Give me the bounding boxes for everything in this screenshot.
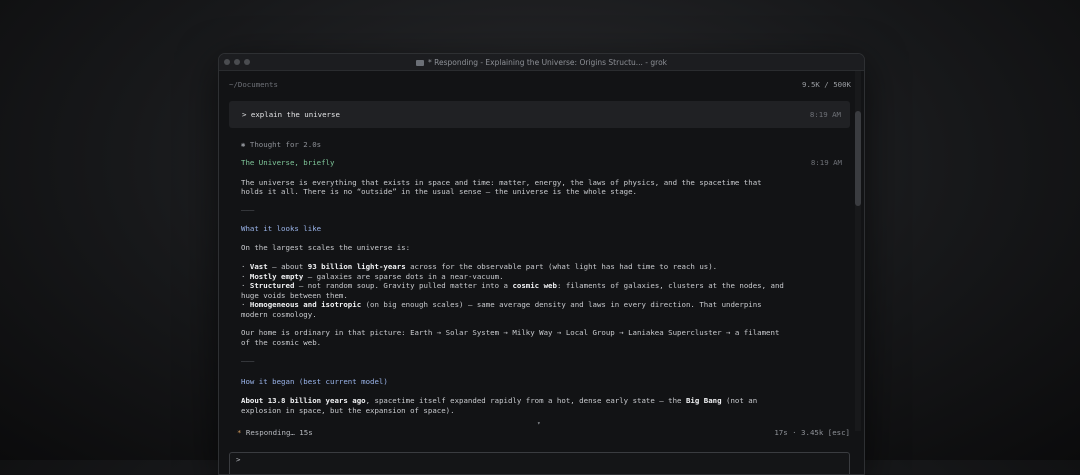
bullet-homogeneous-text: (on big enough scales) — same average de… (361, 300, 762, 309)
bullet-structured-text: — not random soup. Gravity pulled matter… (294, 281, 513, 290)
caret-down-icon: ▾ (537, 420, 541, 427)
bullet-structured-cont: huge voids between them. (241, 290, 348, 300)
began-text: , spacetime itself expanded rapidly from… (365, 396, 686, 405)
bullet-homogeneous-term: Homogeneous and isotropic (249, 300, 362, 309)
began-line-2: explosion in space, but the expansion of… (241, 405, 455, 415)
spinner-icon: * (237, 428, 242, 437)
section-title-began: How it began (best current model) (241, 377, 388, 386)
terminal-content: ~/Documents 9.5K / 500K > explain the un… (219, 71, 864, 474)
scrollbar-thumb[interactable] (855, 111, 861, 206)
bullet-empty: · Mostly empty — galaxies are sparse dot… (241, 271, 504, 281)
window-title: * Responding - Explaining the Universe: … (427, 57, 668, 67)
intro-line-2: holds it all. There is no “outside” in t… (241, 187, 638, 196)
bullet-vast: · Vast — about 93 billion light-years ac… (241, 262, 718, 271)
began-text-2: (not an (721, 396, 758, 405)
title-bar: * Responding - Explaining the Universe: … (219, 54, 864, 71)
prompt-input-box[interactable]: > (229, 452, 850, 474)
bullet-empty-text: — galaxies are sparse dots in a near-vac… (303, 271, 504, 281)
response-timestamp: 8:19 AM (810, 158, 842, 167)
terminal-window: * Responding - Explaining the Universe: … (218, 53, 865, 475)
bullet-structured-term: Structured (249, 281, 295, 290)
divider-2: ——— (241, 356, 255, 365)
section-title-looks: What it looks like (241, 224, 322, 233)
began-term: About 13.8 billion years ago (241, 396, 366, 405)
bullet-homogeneous: · Homogeneous and isotropic (on big enou… (241, 300, 762, 309)
thought-indicator[interactable]: ✱ Thought for 2.0s (241, 140, 321, 149)
folder-icon (415, 59, 424, 66)
home-line-2: of the cosmic web. (241, 337, 322, 347)
status-text: Responding… 15s (245, 428, 313, 437)
big-bang-term: Big Bang (685, 396, 722, 405)
scales-intro: On the largest scales the universe is: (241, 243, 411, 252)
bullet-empty-term: Mostly empty (249, 271, 304, 281)
bullet-vast-term-2: 93 billion light-years (307, 262, 406, 271)
bullet-homogeneous-cont: modern cosmology. (241, 309, 317, 319)
bullet-structured-text-2: : filaments of galaxies, clusters at the… (556, 281, 784, 290)
bullet-vast-term: Vast (249, 262, 268, 271)
response-heading: The Universe, briefly (241, 158, 335, 167)
token-counter: 9.5K / 500K (802, 80, 851, 89)
status-line: * Responding… 15s (237, 428, 313, 437)
user-prompt-block: > explain the universe 8:19 AM (229, 101, 850, 128)
bullet-structured-term-2: cosmic web (512, 281, 557, 290)
status-meta[interactable]: 17s · 3.45k [esc] (774, 428, 850, 437)
window-title-wrap: * Responding - Explaining the Universe: … (219, 58, 864, 67)
divider: ——— (241, 205, 255, 214)
bullet-vast-text-2: across for the observable part (what lig… (405, 262, 718, 271)
home-line-1: Our home is ordinary in that picture: Ea… (241, 328, 780, 337)
user-prompt-text: > explain the universe (242, 110, 340, 119)
bullet-vast-text: — about (267, 262, 308, 271)
prompt-timestamp: 8:19 AM (809, 110, 841, 119)
current-directory: ~/Documents (229, 80, 278, 89)
bullet-structured: · Structured — not random soup. Gravity … (241, 281, 784, 290)
began-line-1: About 13.8 billion years ago, spacetime … (241, 396, 757, 406)
